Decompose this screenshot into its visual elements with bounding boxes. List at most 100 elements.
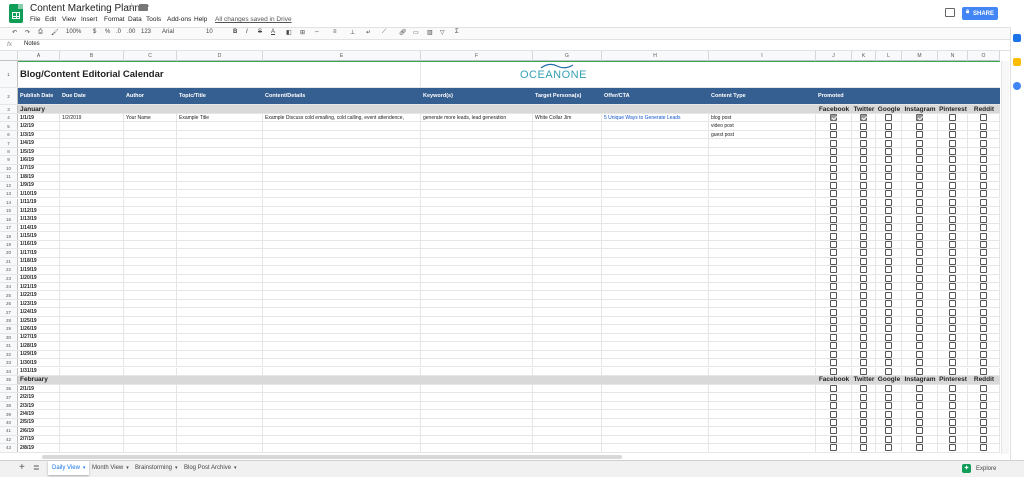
sheets-logo-icon[interactable] bbox=[9, 4, 23, 23]
checkbox-cell[interactable] bbox=[968, 181, 1000, 190]
empty-cell[interactable] bbox=[533, 350, 602, 359]
publish-date[interactable]: 2/3/19 bbox=[18, 401, 60, 410]
empty-cell[interactable] bbox=[177, 156, 263, 164]
publish-date[interactable]: 1/3/19 bbox=[18, 130, 60, 139]
checkbox-cell[interactable] bbox=[852, 308, 876, 316]
empty-cell[interactable] bbox=[709, 342, 816, 350]
row-number[interactable]: 40 bbox=[0, 418, 18, 427]
promoted-checkbox[interactable] bbox=[860, 291, 867, 299]
promoted-checkbox[interactable] bbox=[885, 148, 892, 156]
horizontal-align-icon[interactable]: ≡ bbox=[333, 29, 337, 35]
checkbox-cell[interactable] bbox=[968, 359, 1000, 367]
promoted-checkbox[interactable] bbox=[885, 342, 892, 350]
promoted-checkbox[interactable] bbox=[860, 215, 867, 223]
empty-cell[interactable] bbox=[263, 359, 421, 367]
column-header-h[interactable]: H bbox=[602, 51, 709, 61]
empty-cell[interactable] bbox=[533, 291, 602, 299]
row-number[interactable]: 5 bbox=[0, 122, 18, 130]
checkbox-cell[interactable] bbox=[902, 308, 938, 316]
text-color-button[interactable]: A bbox=[271, 29, 275, 35]
row-number[interactable]: 3 bbox=[0, 105, 18, 113]
platform-pinterest[interactable]: Pinterest bbox=[938, 105, 968, 113]
checkbox-cell[interactable] bbox=[876, 316, 902, 325]
sheet-title[interactable]: Blog/Content Editorial Calendar bbox=[18, 61, 421, 87]
empty-cell[interactable] bbox=[60, 274, 124, 282]
empty-cell[interactable] bbox=[602, 164, 709, 173]
publish-date[interactable]: 2/6/19 bbox=[18, 427, 60, 435]
column-header-o[interactable]: O bbox=[968, 51, 1000, 61]
promoted-checkbox[interactable] bbox=[830, 350, 837, 358]
row-number[interactable]: 38 bbox=[0, 401, 18, 410]
empty-cell[interactable] bbox=[177, 316, 263, 325]
promoted-checkbox[interactable] bbox=[980, 257, 987, 265]
empty-cell[interactable] bbox=[124, 350, 177, 359]
promoted-checkbox[interactable] bbox=[949, 156, 956, 164]
checkbox-cell[interactable] bbox=[876, 367, 902, 375]
empty-cell[interactable] bbox=[533, 367, 602, 375]
offer-cta-link[interactable]: 5 Unique Ways to Generate Leads bbox=[602, 114, 709, 122]
promoted-checkbox[interactable] bbox=[949, 333, 956, 341]
empty-cell[interactable] bbox=[533, 393, 602, 401]
empty-cell[interactable] bbox=[177, 198, 263, 206]
promoted-checkbox[interactable] bbox=[916, 148, 923, 156]
promoted-checkbox[interactable] bbox=[916, 131, 923, 139]
promoted-checkbox[interactable] bbox=[885, 283, 892, 291]
publish-date[interactable]: 1/11/19 bbox=[18, 198, 60, 206]
checkbox-cell[interactable] bbox=[902, 418, 938, 427]
row-number[interactable]: 39 bbox=[0, 410, 18, 418]
empty-cell[interactable] bbox=[709, 257, 816, 266]
promoted-checkbox[interactable] bbox=[830, 257, 837, 265]
checkbox-cell[interactable] bbox=[968, 147, 1000, 156]
empty-cell[interactable] bbox=[124, 215, 177, 223]
empty-cell[interactable] bbox=[124, 139, 177, 147]
promoted-checkbox[interactable] bbox=[860, 393, 867, 401]
menu-file[interactable]: File bbox=[30, 16, 40, 23]
promoted-checkbox[interactable] bbox=[860, 207, 867, 215]
tab-blog-post-archive[interactable]: Blog Post Archive ▾ bbox=[180, 461, 241, 475]
empty-cell[interactable] bbox=[709, 299, 816, 308]
column-header-l[interactable]: L bbox=[876, 51, 902, 61]
checkbox-cell[interactable] bbox=[968, 283, 1000, 291]
row-number[interactable]: 19 bbox=[0, 240, 18, 249]
checkbox-cell[interactable] bbox=[902, 266, 938, 274]
row-number[interactable]: 4 bbox=[0, 114, 18, 122]
empty-cell[interactable] bbox=[124, 130, 177, 139]
checkbox-cell[interactable] bbox=[876, 147, 902, 156]
empty-cell[interactable] bbox=[124, 367, 177, 375]
row-number[interactable]: 12 bbox=[0, 181, 18, 190]
row-number[interactable]: 33 bbox=[0, 359, 18, 367]
checkbox-cell[interactable] bbox=[902, 316, 938, 325]
empty-cell[interactable] bbox=[124, 283, 177, 291]
empty-cell[interactable] bbox=[602, 122, 709, 130]
empty-cell[interactable] bbox=[533, 206, 602, 215]
spreadsheet-grid[interactable]: ABCDEFGHIJKLMNO 1 Blog/Content Editorial … bbox=[0, 51, 1000, 454]
vertical-align-icon[interactable]: ⊥ bbox=[350, 29, 355, 36]
promoted-checkbox[interactable] bbox=[949, 410, 956, 418]
checkbox-cell[interactable] bbox=[968, 232, 1000, 240]
menu-addons[interactable]: Add-ons bbox=[167, 16, 191, 23]
promoted-checkbox[interactable] bbox=[980, 173, 987, 181]
checkbox-cell[interactable] bbox=[968, 198, 1000, 206]
empty-cell[interactable] bbox=[177, 393, 263, 401]
promoted-checkbox[interactable] bbox=[885, 173, 892, 181]
platform-twitter[interactable]: Twitter bbox=[852, 105, 876, 113]
checkbox-cell[interactable] bbox=[938, 283, 968, 291]
checkbox-cell[interactable] bbox=[876, 240, 902, 249]
decrease-decimal-button[interactable]: .0 bbox=[116, 29, 121, 35]
promoted-checkbox[interactable] bbox=[860, 418, 867, 426]
empty-cell[interactable] bbox=[263, 299, 421, 308]
promoted-checkbox[interactable] bbox=[949, 122, 956, 130]
promoted-checkbox[interactable] bbox=[830, 333, 837, 341]
insert-link-icon[interactable]: 🔗︎ bbox=[399, 29, 407, 36]
checkbox-cell[interactable] bbox=[852, 427, 876, 435]
checkbox-cell[interactable] bbox=[968, 215, 1000, 223]
empty-cell[interactable] bbox=[60, 130, 124, 139]
promoted-checkbox[interactable] bbox=[860, 308, 867, 316]
empty-cell[interactable] bbox=[177, 350, 263, 359]
empty-cell[interactable] bbox=[602, 393, 709, 401]
checkbox-cell[interactable] bbox=[816, 384, 852, 393]
promoted-checkbox[interactable] bbox=[949, 266, 956, 274]
empty-cell[interactable] bbox=[533, 181, 602, 190]
publish-date[interactable]: 1/18/19 bbox=[18, 257, 60, 266]
promoted-checkbox[interactable] bbox=[830, 190, 837, 198]
